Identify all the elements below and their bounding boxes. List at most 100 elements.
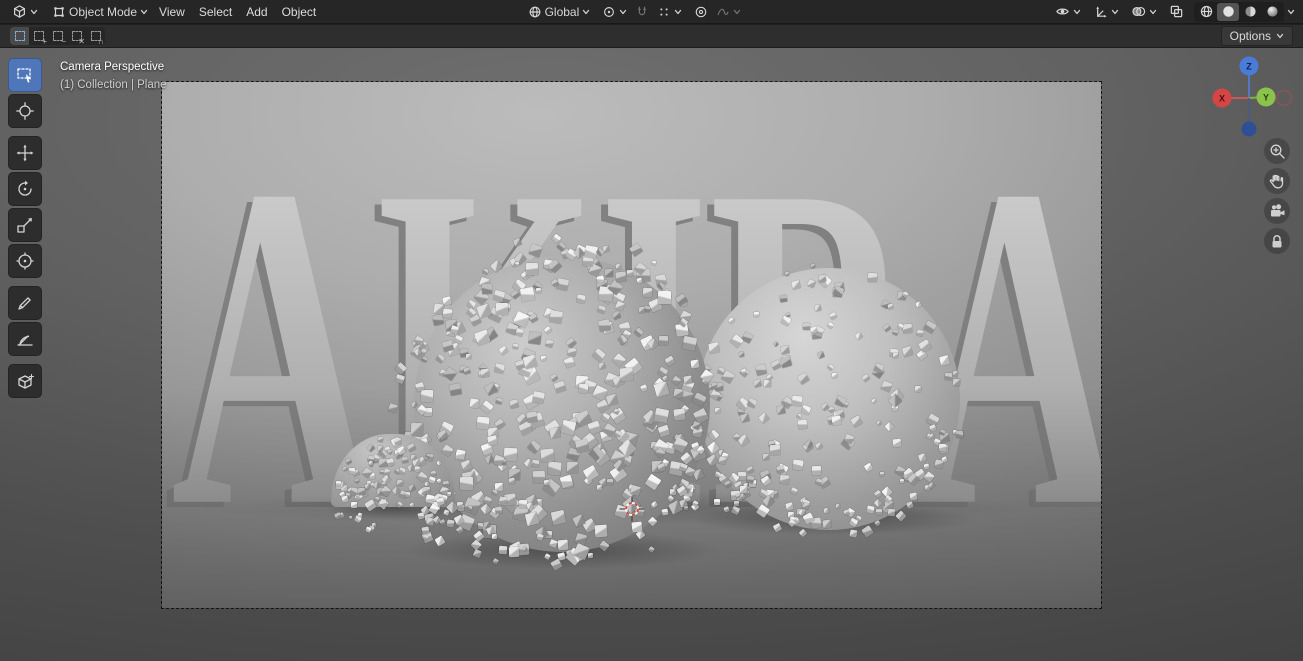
tool-annotate-button[interactable] [8,286,42,320]
magnet-icon [635,5,649,19]
3d-cursor [619,496,645,522]
tool-shelf [8,58,42,398]
snap-target-dropdown[interactable] [653,3,686,21]
chevron-down-icon [1073,9,1081,14]
menu-select[interactable]: Select [192,2,239,22]
gizmos-dropdown[interactable] [1089,2,1123,21]
scatter-cube [714,499,720,506]
axis-neg-x-ball[interactable] [1275,89,1293,107]
chevron-down-icon [583,9,590,14]
scatter-cube [482,495,492,505]
chevron-down-icon [1111,9,1119,14]
camera-view-button[interactable] [1264,198,1290,224]
breadcrumb: (1) Collection | Plane [60,79,167,91]
chevron-down-icon [734,9,741,14]
transform-orientation-dropdown[interactable]: Global [524,3,595,21]
shading-solid-button[interactable] [1217,2,1239,21]
scatter-cube [723,479,733,488]
select-mode-invert-button[interactable]: ✕ [67,27,86,45]
chevron-down-icon [1149,9,1157,14]
chevron-down-icon [30,9,38,14]
object-mode-icon [52,5,66,19]
shading-mode-segment [1194,1,1284,22]
tool-move-button[interactable] [8,136,42,170]
editor-type-icon [12,4,27,19]
scatter-cube [467,505,473,512]
mode-label: Object Mode [69,4,138,19]
scatter-cube [733,500,739,506]
xray-toggle[interactable] [1165,2,1188,21]
scatter-cube [740,486,747,493]
select-mode-new-button[interactable] [10,27,29,45]
pivot-point-icon [602,5,616,19]
scene-backdrop: AKIRA AKIRA [162,82,1101,608]
scatter-cube [473,529,485,542]
shading-material-button[interactable] [1239,3,1261,21]
pan-hand-button[interactable] [1264,168,1290,194]
select-mode-subtract-button[interactable]: − [48,27,67,45]
menu-add[interactable]: Add [239,2,274,22]
snap-toggle-button[interactable] [631,3,653,21]
tool-settings-bar: + − ✕ ∩ Options [0,25,1303,48]
tool-add-cube-button[interactable] [8,364,42,398]
eye-icon [1055,4,1070,19]
object-visibility-dropdown[interactable] [1051,2,1085,21]
select-mode-intersect-button[interactable]: ∩ [86,27,105,45]
svg-text:Y: Y [1263,92,1269,102]
lock-button[interactable] [1264,228,1290,254]
scatter-cube [480,503,493,515]
scatter-cube [424,493,435,504]
3d-viewport[interactable]: Camera Perspective (1) Collection | Plan… [0,48,1303,661]
shading-rendered-button[interactable] [1261,3,1283,21]
falloff-curve-icon [716,5,730,19]
tool-transform-button[interactable] [8,244,42,278]
menu-object[interactable]: Object [275,2,324,22]
mode-dropdown[interactable]: Object Mode [48,3,152,21]
scatter-cube [491,534,497,540]
axis-z-ball[interactable]: Z [1239,56,1259,76]
scatter-cube [364,526,371,533]
shading-options-chevron[interactable] [1287,8,1295,16]
proportional-editing-icon [694,5,708,19]
scatter-cube [434,535,446,547]
tool-scale-button[interactable] [8,208,42,242]
overlays-dropdown[interactable] [1127,2,1161,21]
axis-x-ball[interactable]: X [1212,88,1232,108]
svg-text:X: X [1219,93,1225,103]
zoom-button[interactable] [1264,138,1290,164]
viewport-header: Object Mode View Select Add Object Globa… [0,0,1303,24]
menu-view[interactable]: View [152,2,192,22]
shading-wireframe-button[interactable] [1195,3,1217,21]
svg-text:Z: Z [1246,61,1252,71]
editor-type-button[interactable] [8,2,42,21]
tool-measure-button[interactable] [8,322,42,356]
global-orientation-icon [528,5,542,19]
scatter-cube [679,499,688,508]
proportional-editing-toggle[interactable] [690,3,712,21]
scatter-cube [435,496,446,507]
scatter-cube [348,515,353,520]
scatter-cube [723,506,730,513]
tool-select-box-button[interactable] [8,58,42,92]
overlays-icon [1131,4,1146,19]
chevron-down-icon [675,9,682,14]
view-info: Camera Perspective (1) Collection | Plan… [60,58,167,94]
axis-neg-z-ball[interactable] [1241,121,1257,137]
options-dropdown[interactable]: Options [1220,26,1293,46]
tool-rotate-button[interactable] [8,172,42,206]
proportional-falloff-dropdown[interactable] [712,3,745,21]
select-mode-group: + − ✕ ∩ [10,27,105,45]
pivot-point-dropdown[interactable] [598,3,631,21]
scatter-cube [730,505,740,515]
chevron-down-icon [620,9,627,14]
axis-y-ball[interactable]: Y [1256,87,1276,107]
orientation-label: Global [544,4,580,19]
gizmo-axis-icon [1093,4,1108,19]
select-mode-extend-button[interactable]: + [29,27,48,45]
scatter-cube [454,515,465,526]
xray-icon [1169,4,1184,19]
tool-cursor-button[interactable] [8,94,42,128]
options-label: Options [1229,29,1271,43]
navigation-gizmo[interactable]: Z X Y [1203,54,1299,142]
chevron-down-icon [1276,33,1284,39]
